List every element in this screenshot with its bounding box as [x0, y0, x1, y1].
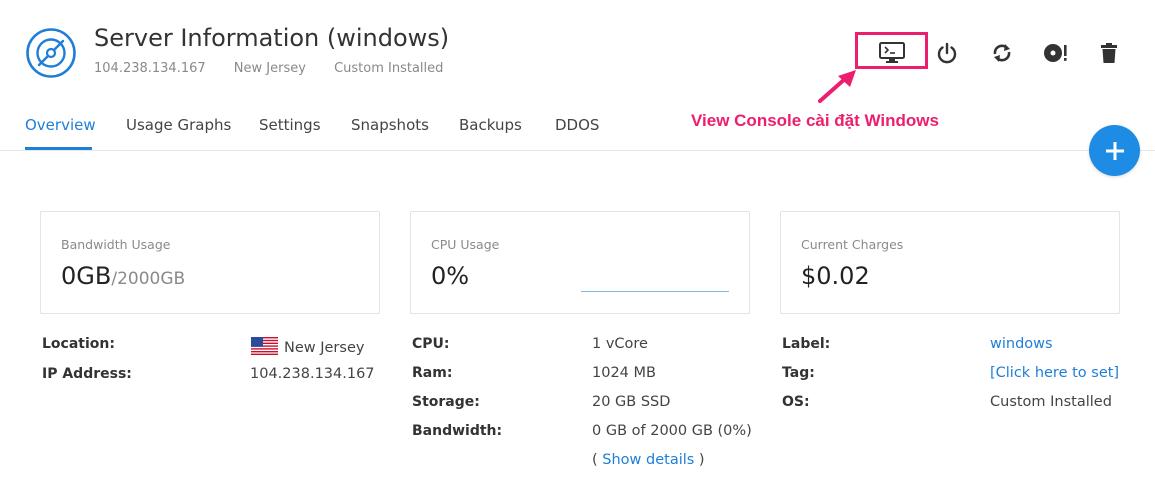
tab-overview[interactable]: Overview: [25, 116, 96, 134]
location-text: New Jersey: [284, 340, 365, 356]
tab-ddos[interactable]: DDOS: [555, 116, 599, 134]
cpu-usage-value: 0%: [431, 262, 470, 290]
server-location: New Jersey: [233, 61, 306, 76]
show-details-link[interactable]: Show details: [602, 452, 694, 468]
tab-backups[interactable]: Backups: [459, 116, 522, 134]
server-ip: 104.238.134.167: [94, 61, 206, 76]
current-charges-card: Current Charges $0.02: [780, 211, 1120, 314]
bandwidth-value: 0 GB of 2000 GB (0%): [592, 423, 752, 439]
bandwidth-used: 0GB: [61, 262, 112, 290]
tab-usage-graphs[interactable]: Usage Graphs: [126, 116, 231, 134]
show-details-open: (: [592, 452, 603, 468]
cpu-usage-card: CPU Usage 0%: [410, 211, 750, 314]
bandwidth-label: Bandwidth:: [412, 423, 503, 439]
cpu-usage-label: CPU Usage: [431, 237, 500, 252]
current-charges-label: Current Charges: [801, 237, 904, 252]
os-label: OS:: [782, 394, 810, 410]
server-meta: 104.238.134.167 New Jersey Custom Instal…: [94, 61, 467, 76]
active-tab-indicator: [25, 147, 92, 150]
server-os: Custom Installed: [334, 61, 444, 76]
cpu-sparkline: [581, 291, 729, 292]
tab-settings[interactable]: Settings: [259, 116, 321, 134]
tag-set-link[interactable]: [Click here to set]: [990, 365, 1119, 381]
storage-value: 20 GB SSD: [592, 394, 671, 410]
ram-value: 1024 MB: [592, 365, 656, 381]
tab-bar: Overview Usage Graphs Settings Snapshots…: [0, 100, 1155, 151]
cpu-label: CPU:: [412, 336, 450, 352]
plus-icon: [1105, 141, 1124, 160]
bandwidth-usage-card: Bandwidth Usage 0GB/2000GB: [40, 211, 380, 314]
ip-address-label: IP Address:: [42, 366, 132, 382]
power-icon: [937, 42, 957, 64]
console-highlight-box: [855, 32, 928, 69]
reinstall-button[interactable]: [1039, 36, 1073, 70]
show-details-close: ): [694, 452, 705, 468]
location-label: Location:: [42, 336, 115, 352]
restart-button[interactable]: [985, 36, 1019, 70]
power-button[interactable]: [930, 36, 964, 70]
cpu-value: 1 vCore: [592, 336, 648, 352]
disc-warning-icon: [1044, 44, 1067, 62]
location-value: New Jersey: [251, 337, 364, 356]
show-details: ( Show details ): [592, 452, 705, 468]
bandwidth-total: /2000GB: [111, 269, 186, 289]
us-flag-icon: [251, 337, 278, 355]
label-value-link[interactable]: windows: [990, 336, 1053, 352]
label-label: Label:: [782, 336, 831, 352]
tab-snapshots[interactable]: Snapshots: [351, 116, 429, 134]
ip-address-value: 104.238.134.167: [250, 366, 375, 382]
add-button[interactable]: [1089, 125, 1140, 176]
storage-label: Storage:: [412, 394, 480, 410]
server-disc-icon: [26, 28, 76, 78]
tag-label: Tag:: [782, 365, 815, 381]
ram-label: Ram:: [412, 365, 453, 381]
current-charges-value: $0.02: [801, 262, 870, 290]
delete-button[interactable]: [1092, 36, 1126, 70]
os-value: Custom Installed: [990, 394, 1112, 410]
bandwidth-usage-value: 0GB/2000GB: [61, 262, 185, 290]
trash-icon: [1101, 43, 1117, 63]
bandwidth-usage-label: Bandwidth Usage: [61, 237, 171, 252]
page-title: Server Information (windows): [94, 24, 450, 52]
restart-icon: [993, 44, 1011, 62]
